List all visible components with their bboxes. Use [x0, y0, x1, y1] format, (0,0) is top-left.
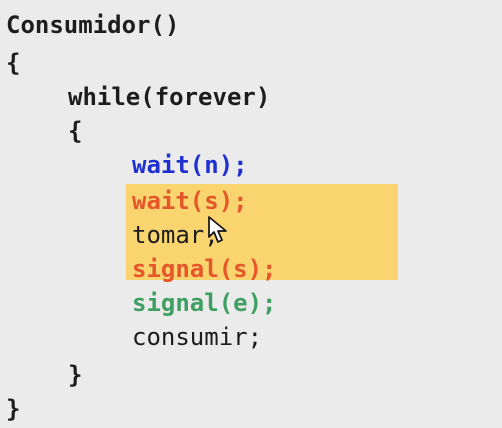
mouse-pointer-icon	[208, 216, 227, 243]
while-close-brace: }	[68, 361, 83, 389]
while-statement: while(forever)	[68, 83, 271, 111]
wait-n-statement: wait(n);	[132, 151, 248, 179]
signal-s-statement: signal(s);	[132, 255, 277, 283]
code-slide: Consumidor() { while(forever) { wait(n);…	[0, 0, 502, 428]
function-close-brace: }	[6, 395, 21, 423]
while-open-brace: {	[68, 117, 83, 145]
function-open-brace: {	[6, 49, 21, 77]
tomar-statement: tomar;	[132, 221, 219, 249]
signal-e-statement: signal(e);	[132, 289, 277, 317]
wait-s-statement: wait(s);	[132, 187, 248, 215]
consumir-statement: consumir;	[132, 323, 263, 351]
function-header: Consumidor()	[6, 11, 180, 39]
